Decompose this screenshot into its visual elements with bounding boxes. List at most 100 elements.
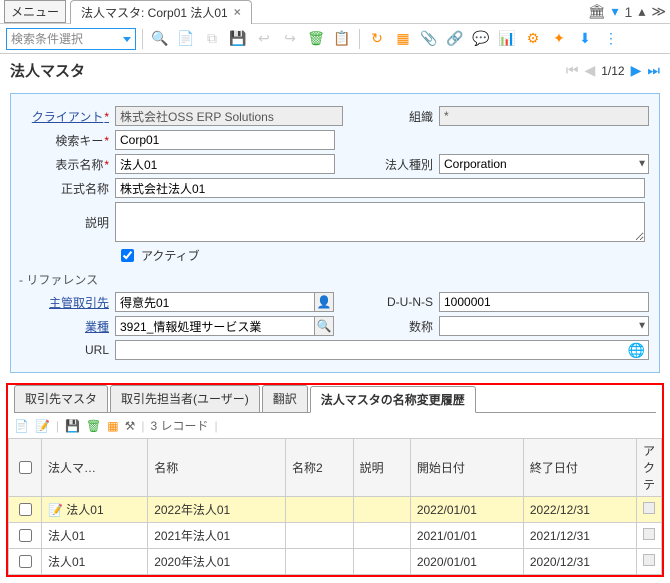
expand-icon[interactable]: ▴ <box>638 3 645 20</box>
gear-icon[interactable]: ⚙ <box>522 28 544 50</box>
duns-input[interactable] <box>439 292 649 312</box>
searchkey-label: 検索キー <box>21 132 115 149</box>
history-table: 法人マ… 名称 名称2 説明 開始日付 終了日付 アクテ 📝 法人012022年… <box>8 438 662 575</box>
cell-name: 2020年法人01 <box>148 549 286 575</box>
process-icon[interactable]: 📋 <box>331 28 353 50</box>
cell-start: 2022/01/01 <box>410 497 523 523</box>
displayname-input[interactable] <box>115 154 335 174</box>
window-tab-label: 法人マスタ: Corp01 法人01 <box>81 4 228 21</box>
close-icon[interactable]: × <box>234 5 241 19</box>
prev-page-icon: ◀ <box>584 62 595 79</box>
org-label[interactable]: 組織 <box>379 108 439 125</box>
chevron-down-icon[interactable]: ▼ <box>637 159 647 170</box>
table-row[interactable]: 法人012021年法人012021/01/012021/12/31 <box>9 523 662 549</box>
url-input[interactable] <box>115 340 649 360</box>
url-label: URL <box>21 343 115 357</box>
duns-label: D-U-N-S <box>379 295 439 309</box>
cell-name2 <box>285 549 353 575</box>
globe-icon[interactable]: 🌐 <box>628 342 645 359</box>
row-checkbox[interactable] <box>19 529 32 542</box>
col-name2[interactable]: 名称2 <box>285 439 353 497</box>
search-condition-select[interactable]: 検索条件選択 <box>6 28 136 50</box>
cell-end: 2021/12/31 <box>523 523 636 549</box>
legaltype-select[interactable] <box>439 154 649 174</box>
new-record-icon[interactable]: 📄 <box>14 419 29 433</box>
cell-desc <box>353 523 410 549</box>
org-field <box>439 106 649 126</box>
col-desc[interactable]: 説明 <box>353 439 410 497</box>
action-icon[interactable]: ✦ <box>548 28 570 50</box>
description-input[interactable] <box>115 202 645 242</box>
window-tab[interactable]: 法人マスタ: Corp01 法人01 × <box>70 0 252 24</box>
tab-name-history[interactable]: 法人マスタの名称変更履歴 <box>310 386 476 413</box>
industry-lookup-icon[interactable]: 🔍 <box>314 316 334 336</box>
cell-active <box>637 549 662 575</box>
save-record-icon[interactable]: 💾 <box>65 419 80 433</box>
tab-partner[interactable]: 取引先マスタ <box>14 385 108 412</box>
cell-active <box>637 523 662 549</box>
refresh-icon[interactable]: ↻ <box>366 28 388 50</box>
toggle-icon[interactable]: ▦ <box>107 419 118 433</box>
searchkey-input[interactable] <box>115 130 335 150</box>
record-count: 3 レコード <box>150 417 208 434</box>
mainpartner-input[interactable] <box>115 292 315 312</box>
save-icon[interactable]: 💾 <box>227 28 249 50</box>
col-active[interactable]: アクテ <box>637 439 662 497</box>
reference-section: - リファレンス <box>19 271 649 288</box>
industry-label[interactable]: 業種 <box>21 318 115 335</box>
chevron-down-icon[interactable]: ▼ <box>637 321 647 332</box>
delete-record-icon[interactable]: 🗑 <box>86 419 101 433</box>
col-start[interactable]: 開始日付 <box>410 439 523 497</box>
col-end[interactable]: 終了日付 <box>523 439 636 497</box>
detail-icon[interactable]: 📝 <box>35 419 50 433</box>
page-title: 法人マスタ <box>10 60 85 81</box>
more-icon[interactable]: ≫ <box>651 3 666 20</box>
row-checkbox[interactable] <box>19 503 32 516</box>
pager-text: 1/12 <box>601 64 624 78</box>
cell-start: 2021/01/01 <box>410 523 523 549</box>
menu-button[interactable]: メニュー <box>4 0 66 23</box>
tab-translation[interactable]: 翻訳 <box>262 385 308 412</box>
active-checkbox[interactable] <box>121 249 134 262</box>
delete-icon[interactable]: 🗑 <box>305 28 327 50</box>
select-all-checkbox[interactable] <box>19 461 32 474</box>
cell-desc <box>353 549 410 575</box>
table-row[interactable]: 法人012020年法人012020/01/012020/12/31 <box>9 549 662 575</box>
attachment-icon[interactable]: 📎 <box>418 28 440 50</box>
search-icon[interactable]: 🔍 <box>149 28 171 50</box>
client-label[interactable]: クライアント <box>21 108 115 125</box>
cell-corp: 📝 法人01 <box>42 497 148 523</box>
next-page-icon[interactable]: ▶ <box>631 62 642 79</box>
cell-end: 2022/12/31 <box>523 497 636 523</box>
highlighted-region: 取引先マスタ 取引先担当者(ユーザー) 翻訳 法人マスタの名称変更履歴 📄 📝 … <box>6 383 664 577</box>
numemp-label[interactable]: 数称 <box>379 318 439 335</box>
numemp-input[interactable] <box>439 316 649 336</box>
description-label: 説明 <box>21 214 115 231</box>
mainpartner-label[interactable]: 主管取引先 <box>21 294 115 311</box>
table-row[interactable]: 📝 法人012022年法人012022/01/012022/12/31 <box>9 497 662 523</box>
copy-icon[interactable]: ⧉ <box>201 28 223 50</box>
download-icon[interactable]: ⬇ <box>574 28 596 50</box>
chat-icon[interactable]: 💬 <box>470 28 492 50</box>
legaltype-label[interactable]: 法人種別 <box>379 156 439 173</box>
collapse-icon[interactable]: ▾ <box>611 3 618 20</box>
link-icon[interactable]: 🔗 <box>444 28 466 50</box>
cell-corp: 法人01 <box>42 549 148 575</box>
partner-lookup-icon[interactable]: 👤 <box>314 292 334 312</box>
home-icon[interactable]: 🏛 <box>588 3 606 20</box>
industry-input[interactable] <box>115 316 315 336</box>
last-page-icon[interactable]: ⏭ <box>647 62 660 79</box>
officialname-input[interactable] <box>115 178 645 198</box>
customize-icon[interactable]: ⚒ <box>125 419 136 433</box>
page-num: 1 <box>625 4 633 20</box>
col-corp[interactable]: 法人マ… <box>42 439 148 497</box>
new-icon[interactable]: 📄 <box>175 28 197 50</box>
cell-name: 2021年法人01 <box>148 523 286 549</box>
grid-icon[interactable]: ▦ <box>392 28 414 50</box>
redo-icon[interactable]: ↪ <box>279 28 301 50</box>
report-icon[interactable]: 📊 <box>496 28 518 50</box>
kebab-icon[interactable]: ⋮ <box>600 28 622 50</box>
col-name[interactable]: 名称 <box>148 439 286 497</box>
tab-contact[interactable]: 取引先担当者(ユーザー) <box>110 385 260 412</box>
undo-icon[interactable]: ↩ <box>253 28 275 50</box>
